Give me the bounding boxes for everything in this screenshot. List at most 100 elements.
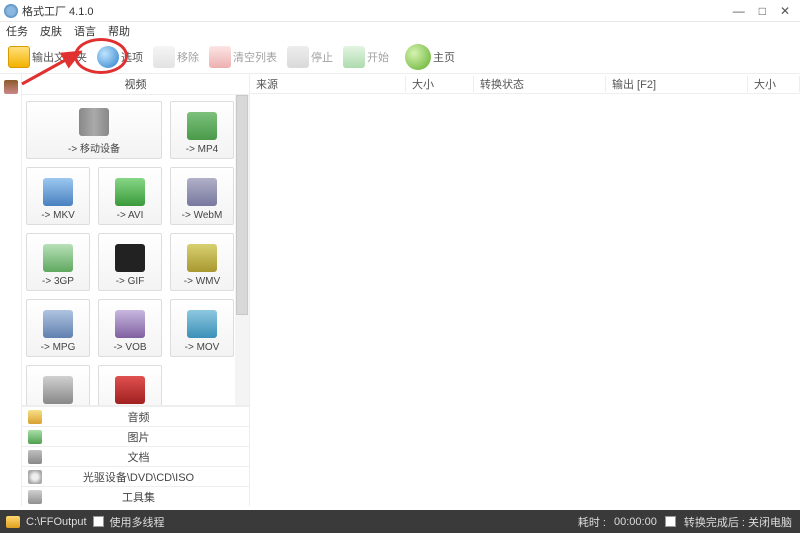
format-label: -> MOV [185, 342, 220, 353]
home-label: 主页 [433, 49, 455, 65]
stop-icon [287, 46, 309, 68]
side-strip [0, 74, 22, 506]
clear-list-button[interactable]: 清空列表 [205, 44, 281, 70]
shutdown-label: 转换完成后 : 关闭电脑 [684, 514, 792, 530]
category-dvd[interactable]: 光驱设备\DVD\CD\ISO [22, 466, 249, 486]
start-label: 开始 [367, 49, 389, 65]
multithread-checkbox[interactable] [93, 516, 104, 527]
avi-icon [115, 178, 145, 206]
strip-icon[interactable] [4, 80, 18, 94]
status-folder-icon[interactable] [6, 516, 20, 528]
format-mp4[interactable]: -> MP4 [170, 101, 234, 159]
scrollbar-track[interactable] [235, 95, 249, 405]
scrollbar-thumb[interactable] [236, 95, 248, 315]
menu-help[interactable]: 帮助 [108, 23, 130, 39]
audio-icon [28, 410, 42, 424]
category-doc[interactable]: 文档 [22, 446, 249, 466]
format-flv[interactable]: -> FLV [26, 365, 90, 406]
elapsed-time: 00:00:00 [614, 516, 657, 528]
swf-icon [115, 376, 145, 404]
shutdown-checkbox[interactable] [665, 516, 676, 527]
toolbar: 输出文件夹 选项 移除 清空列表 停止 开始 主页 [0, 40, 800, 74]
app-icon [4, 4, 18, 18]
format-gif[interactable]: -> GIF [98, 233, 162, 291]
mpg-icon [43, 310, 73, 338]
menu-language[interactable]: 语言 [74, 23, 96, 39]
maximize-button[interactable]: □ [759, 4, 766, 18]
column-headers: 来源 大小 转换状态 输出 [F2] 大小 [250, 74, 800, 94]
col-size2[interactable]: 大小 [748, 76, 800, 92]
remove-label: 移除 [177, 49, 199, 65]
mobile-icon [79, 108, 109, 136]
3gp-icon [43, 244, 73, 272]
category-label: 光驱设备\DVD\CD\ISO [50, 469, 249, 485]
options-button[interactable]: 选项 [93, 44, 147, 70]
format-label: -> 移动设备 [68, 140, 120, 155]
format-avi[interactable]: -> AVI [98, 167, 162, 225]
home-icon [405, 44, 431, 70]
menu-tasks[interactable]: 任务 [6, 23, 28, 39]
title-bar: 格式工厂 4.1.0 — □ ✕ [0, 0, 800, 22]
format-label: -> MKV [41, 210, 75, 221]
doc-icon [28, 450, 42, 464]
category-tools[interactable]: 工具集 [22, 486, 249, 506]
format-panel: 视频 -> 移动设备 -> MP4 -> MKV -> AVI -> WebM -> 3G… [22, 74, 250, 506]
format-mkv[interactable]: -> MKV [26, 167, 90, 225]
flv-icon [43, 376, 73, 404]
output-path[interactable]: C:\FFOutput [26, 516, 87, 528]
format-vob[interactable]: -> VOB [98, 299, 162, 357]
mp4-icon [187, 112, 217, 140]
folder-icon [8, 46, 30, 68]
category-audio[interactable]: 音频 [22, 406, 249, 426]
minimize-button[interactable]: — [733, 4, 745, 18]
vob-icon [115, 310, 145, 338]
tools-icon [28, 490, 42, 504]
col-source[interactable]: 来源 [250, 76, 406, 92]
remove-icon [153, 46, 175, 68]
options-icon [97, 46, 119, 68]
start-button[interactable]: 开始 [339, 44, 393, 70]
format-3gp[interactable]: -> 3GP [26, 233, 90, 291]
start-icon [343, 46, 365, 68]
col-size[interactable]: 大小 [406, 76, 474, 92]
format-label: -> WebM [182, 210, 223, 221]
format-label: -> MP4 [186, 144, 219, 155]
stop-label: 停止 [311, 49, 333, 65]
format-swf[interactable]: -> SWF [98, 365, 162, 406]
elapsed-label: 耗时 : [578, 514, 606, 530]
options-label: 选项 [121, 49, 143, 65]
mov-icon [187, 310, 217, 338]
format-label: -> 3GP [42, 276, 74, 287]
format-mov[interactable]: -> MOV [170, 299, 234, 357]
wmv-icon [187, 244, 217, 272]
clear-icon [209, 46, 231, 68]
format-mpg[interactable]: -> MPG [26, 299, 90, 357]
format-label: -> WMV [184, 276, 220, 287]
home-button[interactable]: 主页 [401, 42, 459, 72]
close-button[interactable]: ✕ [780, 4, 790, 18]
status-bar: C:\FFOutput 使用多线程 耗时 : 00:00:00 转换完成后 : … [0, 510, 800, 533]
format-wmv[interactable]: -> WMV [170, 233, 234, 291]
menu-bar: 任务 皮肤 语言 帮助 [0, 22, 800, 40]
menu-skin[interactable]: 皮肤 [40, 23, 62, 39]
image-icon [28, 430, 42, 444]
category-label: 工具集 [50, 489, 249, 505]
category-image[interactable]: 图片 [22, 426, 249, 446]
stop-button[interactable]: 停止 [283, 44, 337, 70]
format-webm[interactable]: -> WebM [170, 167, 234, 225]
category-header-video[interactable]: 视频 [22, 74, 249, 95]
format-mobile[interactable]: -> 移动设备 [26, 101, 162, 159]
format-label: -> AVI [117, 210, 144, 221]
format-label: -> GIF [116, 276, 145, 287]
remove-button[interactable]: 移除 [149, 44, 203, 70]
category-label: 图片 [50, 429, 249, 445]
mkv-icon [43, 178, 73, 206]
col-output[interactable]: 输出 [F2] [606, 76, 748, 92]
dvd-icon [28, 470, 42, 484]
output-folder-button[interactable]: 输出文件夹 [4, 44, 91, 70]
category-list: 音频图片文档光驱设备\DVD\CD\ISO 工具集 [22, 406, 249, 506]
col-status[interactable]: 转换状态 [474, 76, 606, 92]
output-folder-label: 输出文件夹 [32, 49, 87, 65]
category-label: 文档 [50, 449, 249, 465]
task-list-panel: 来源 大小 转换状态 输出 [F2] 大小 [250, 74, 800, 506]
